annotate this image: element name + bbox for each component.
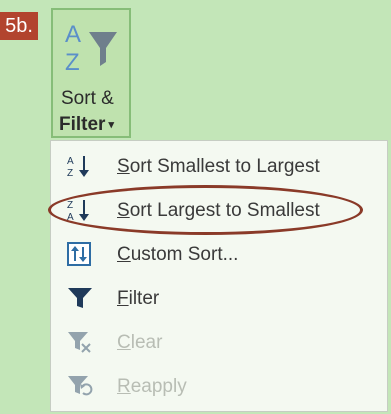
menu-item-sort-descending[interactable]: Z A Sort Largest to Smallest [51, 189, 387, 231]
menu-item-reapply[interactable]: Reapply [51, 365, 387, 407]
sort-filter-label-line1: Sort & [61, 88, 114, 109]
menu-item-sort-ascending[interactable]: A Z Sort Smallest to Largest [51, 145, 387, 187]
svg-text:Z: Z [67, 168, 73, 178]
custom-sort-icon [67, 242, 91, 266]
svg-text:A: A [67, 156, 74, 167]
menu-item-clear[interactable]: Clear [51, 321, 387, 363]
menu-item-label: Filter [117, 288, 160, 309]
step-label: 5b. [0, 12, 38, 40]
chevron-down-icon: ▾ [108, 119, 114, 131]
svg-text:A: A [65, 21, 81, 48]
sort-descending-icon: Z A [67, 200, 89, 222]
sort-ascending-icon: A Z [67, 156, 89, 178]
sort-filter-button[interactable]: A Z Sort & Filter ▾ [51, 8, 131, 138]
clear-filter-icon [68, 332, 91, 353]
sort-filter-label-line2: Filter ▾ [59, 114, 114, 136]
svg-text:Z: Z [65, 49, 80, 76]
menu-item-filter[interactable]: Filter [51, 277, 387, 319]
sort-filter-icon: A Z [65, 21, 117, 76]
sort-filter-label-text: Filter [59, 114, 106, 135]
menu-item-label: Clear [117, 332, 163, 353]
menu-item-label: Custom Sort... [117, 244, 239, 265]
filter-icon [68, 288, 92, 308]
menu-item-custom-sort[interactable]: Custom Sort... [51, 233, 387, 275]
sort-filter-menu: A Z Sort Smallest to Largest Z A Sort La… [50, 140, 388, 412]
menu-item-label: Reapply [117, 376, 187, 397]
menu-item-label: Sort Smallest to Largest [117, 156, 320, 177]
svg-text:Z: Z [67, 200, 73, 211]
menu-item-label: Sort Largest to Smallest [117, 200, 320, 221]
reapply-icon [68, 376, 93, 396]
svg-text:A: A [67, 212, 74, 222]
